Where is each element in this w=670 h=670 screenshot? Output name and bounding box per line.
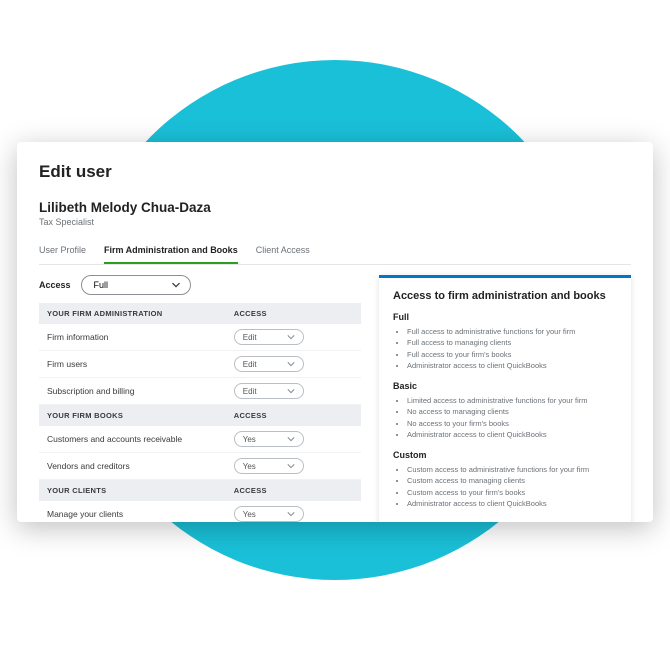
list-item: Full access to your firm's books: [407, 349, 617, 360]
list-item: Custom access to your firm's books: [407, 487, 617, 498]
section-header: YOUR CLIENTS: [39, 480, 226, 502]
list-item: Administrator access to client QuickBook…: [407, 429, 617, 440]
panel-title: Access to firm administration and books: [393, 290, 617, 302]
level-custom-list: Custom access to administrative function…: [393, 464, 617, 509]
tab-firm-administration[interactable]: Firm Administration and Books: [104, 239, 238, 264]
chevron-down-icon: [287, 435, 295, 443]
list-item: Full access to managing clients: [407, 337, 617, 348]
perm-select-customers[interactable]: Yes: [234, 431, 304, 447]
perm-label: Firm users: [39, 351, 226, 378]
tab-client-access[interactable]: Client Access: [256, 239, 310, 264]
level-full-list: Full access to administrative functions …: [393, 326, 617, 371]
section-header: YOUR FIRM BOOKS: [39, 405, 226, 427]
list-item: Custom access to managing clients: [407, 475, 617, 486]
chevron-down-icon: [287, 360, 295, 368]
perm-select-subscription[interactable]: Edit: [234, 383, 304, 399]
chevron-down-icon: [172, 281, 180, 289]
perm-label: Vendors and creditors: [39, 453, 226, 480]
perm-label: Subscription and billing: [39, 378, 226, 405]
perm-select-firm-info[interactable]: Edit: [234, 329, 304, 345]
level-basic-list: Limited access to administrative functio…: [393, 395, 617, 440]
tab-user-profile[interactable]: User Profile: [39, 239, 86, 264]
list-item: Administrator access to client QuickBook…: [407, 360, 617, 371]
list-item: Custom access to administrative function…: [407, 464, 617, 475]
perm-label: Manage your clients: [39, 501, 226, 522]
access-label: Access: [39, 280, 71, 290]
list-item: Limited access to administrative functio…: [407, 395, 617, 406]
list-item: Administrator access to client QuickBook…: [407, 498, 617, 509]
access-level-select[interactable]: Full: [81, 275, 191, 295]
list-item: No access to managing clients: [407, 406, 617, 417]
level-name-basic: Basic: [393, 381, 617, 391]
perm-label: Customers and accounts receivable: [39, 426, 226, 453]
perm-label: Firm information: [39, 324, 226, 351]
column-header-access: ACCESS: [226, 405, 361, 427]
permissions-table: YOUR FIRM ADMINISTRATIONACCESS Firm info…: [39, 303, 361, 522]
chevron-down-icon: [287, 333, 295, 341]
access-level-value: Full: [94, 280, 109, 290]
column-header-access: ACCESS: [226, 303, 361, 324]
column-header-access: ACCESS: [226, 480, 361, 502]
perm-select-manage-clients[interactable]: Yes: [234, 506, 304, 522]
tabs: User Profile Firm Administration and Boo…: [39, 239, 631, 265]
permissions-table-area: Access Full YOUR FIRM ADMINISTRATIONACCE…: [39, 275, 361, 522]
user-role: Tax Specialist: [39, 217, 631, 227]
page-title: Edit user: [39, 162, 631, 182]
level-name-custom: Custom: [393, 450, 617, 460]
level-name-full: Full: [393, 312, 617, 322]
perm-select-firm-users[interactable]: Edit: [234, 356, 304, 372]
perm-select-vendors[interactable]: Yes: [234, 458, 304, 474]
section-header: YOUR FIRM ADMINISTRATION: [39, 303, 226, 324]
chevron-down-icon: [287, 387, 295, 395]
edit-user-card: Edit user Lilibeth Melody Chua-Daza Tax …: [17, 142, 653, 522]
chevron-down-icon: [287, 510, 295, 518]
chevron-down-icon: [287, 462, 295, 470]
list-item: No access to your firm's books: [407, 418, 617, 429]
access-info-panel: Access to firm administration and books …: [379, 275, 631, 522]
list-item: Full access to administrative functions …: [407, 326, 617, 337]
user-name: Lilibeth Melody Chua-Daza: [39, 200, 631, 215]
